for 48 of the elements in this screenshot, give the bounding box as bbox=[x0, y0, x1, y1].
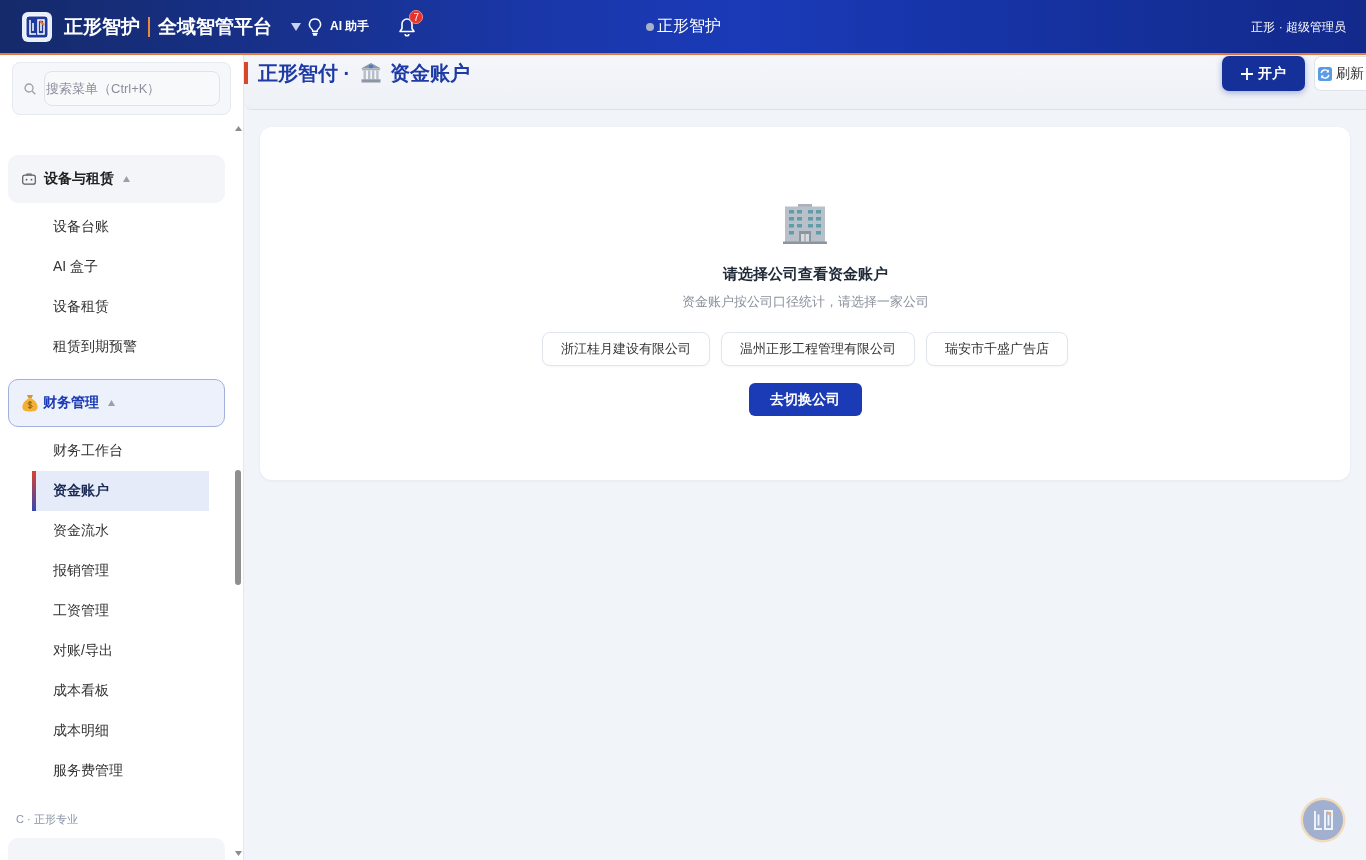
menu-group-button[interactable]: 财务管理 bbox=[8, 379, 225, 427]
menu-item[interactable]: 设备租赁 bbox=[32, 287, 209, 327]
logo-icon bbox=[22, 11, 52, 42]
company-option-button[interactable]: 温州正形工程管理有限公司 bbox=[721, 332, 915, 366]
floating-logo-button[interactable] bbox=[1300, 797, 1346, 843]
platform-name: 全域智管平台 bbox=[158, 14, 272, 39]
menu-item[interactable]: 设备台账 bbox=[32, 207, 209, 247]
menu-item[interactable]: 租赁到期预警 bbox=[32, 327, 209, 367]
menu-item[interactable]: 资金流水 bbox=[32, 511, 209, 551]
user-label[interactable]: 正形 · 超级管理员 bbox=[1251, 20, 1346, 34]
scrollbar-thumb[interactable] bbox=[235, 470, 241, 585]
empty-state-title: 请选择公司查看资金账户 bbox=[722, 264, 888, 284]
menu-item[interactable]: 资金账户 bbox=[32, 471, 209, 511]
menu-item[interactable]: AI 盒子 bbox=[32, 247, 209, 287]
menu-item[interactable]: 报销管理 bbox=[32, 551, 209, 591]
refresh-icon bbox=[1318, 66, 1332, 81]
ai-assistant-button[interactable]: AI 助手 bbox=[308, 17, 370, 36]
scroll-up-icon[interactable] bbox=[235, 126, 242, 131]
menu-item[interactable]: 财务工作台 bbox=[32, 431, 209, 471]
plus-icon bbox=[1241, 67, 1253, 80]
switch-company-button[interactable]: 去切换公司 bbox=[748, 383, 862, 416]
scroll-down-icon[interactable] bbox=[235, 851, 242, 856]
page-title: 资金账户 bbox=[390, 60, 471, 86]
menu-item[interactable]: 对账/导出 bbox=[32, 631, 209, 671]
menu-item[interactable]: 成本明细 bbox=[32, 711, 209, 751]
menu-item[interactable]: 成本看板 bbox=[32, 671, 209, 711]
search-field[interactable]: 搜索菜单（Ctrl+K） bbox=[44, 71, 220, 106]
company-option-button[interactable]: 瑞安市千盛广告店 bbox=[926, 332, 1068, 366]
caret-down-icon[interactable] bbox=[291, 22, 301, 31]
brand-name: 正形智护 bbox=[64, 14, 140, 39]
refresh-button[interactable]: 刷新 bbox=[1314, 56, 1366, 91]
menu-item[interactable]: 服务费管理 bbox=[32, 751, 209, 791]
bank-icon bbox=[360, 62, 383, 84]
empty-state-description: 资金账户按公司口径统计，请选择一家公司 bbox=[681, 293, 929, 311]
section-label: C · 正形专业 bbox=[16, 812, 79, 827]
money-bag-icon bbox=[22, 394, 38, 412]
menu-group-button[interactable]: 设备与租赁 bbox=[8, 155, 225, 203]
open-account-button[interactable]: 开户 bbox=[1222, 56, 1305, 91]
lightbulb-icon bbox=[308, 17, 322, 36]
briefcase-icon bbox=[22, 173, 36, 185]
center-title: 正形智护 bbox=[656, 16, 721, 36]
notification-badge: 7 bbox=[409, 9, 424, 24]
page-brand: 正形智付 · bbox=[258, 60, 351, 86]
company-option-button[interactable]: 浙江桂月建设有限公司 bbox=[542, 332, 710, 366]
menu-item[interactable]: 工资管理 bbox=[32, 591, 209, 631]
search-icon bbox=[24, 82, 36, 95]
office-building-icon bbox=[783, 204, 827, 244]
status-dot-icon bbox=[645, 22, 654, 31]
